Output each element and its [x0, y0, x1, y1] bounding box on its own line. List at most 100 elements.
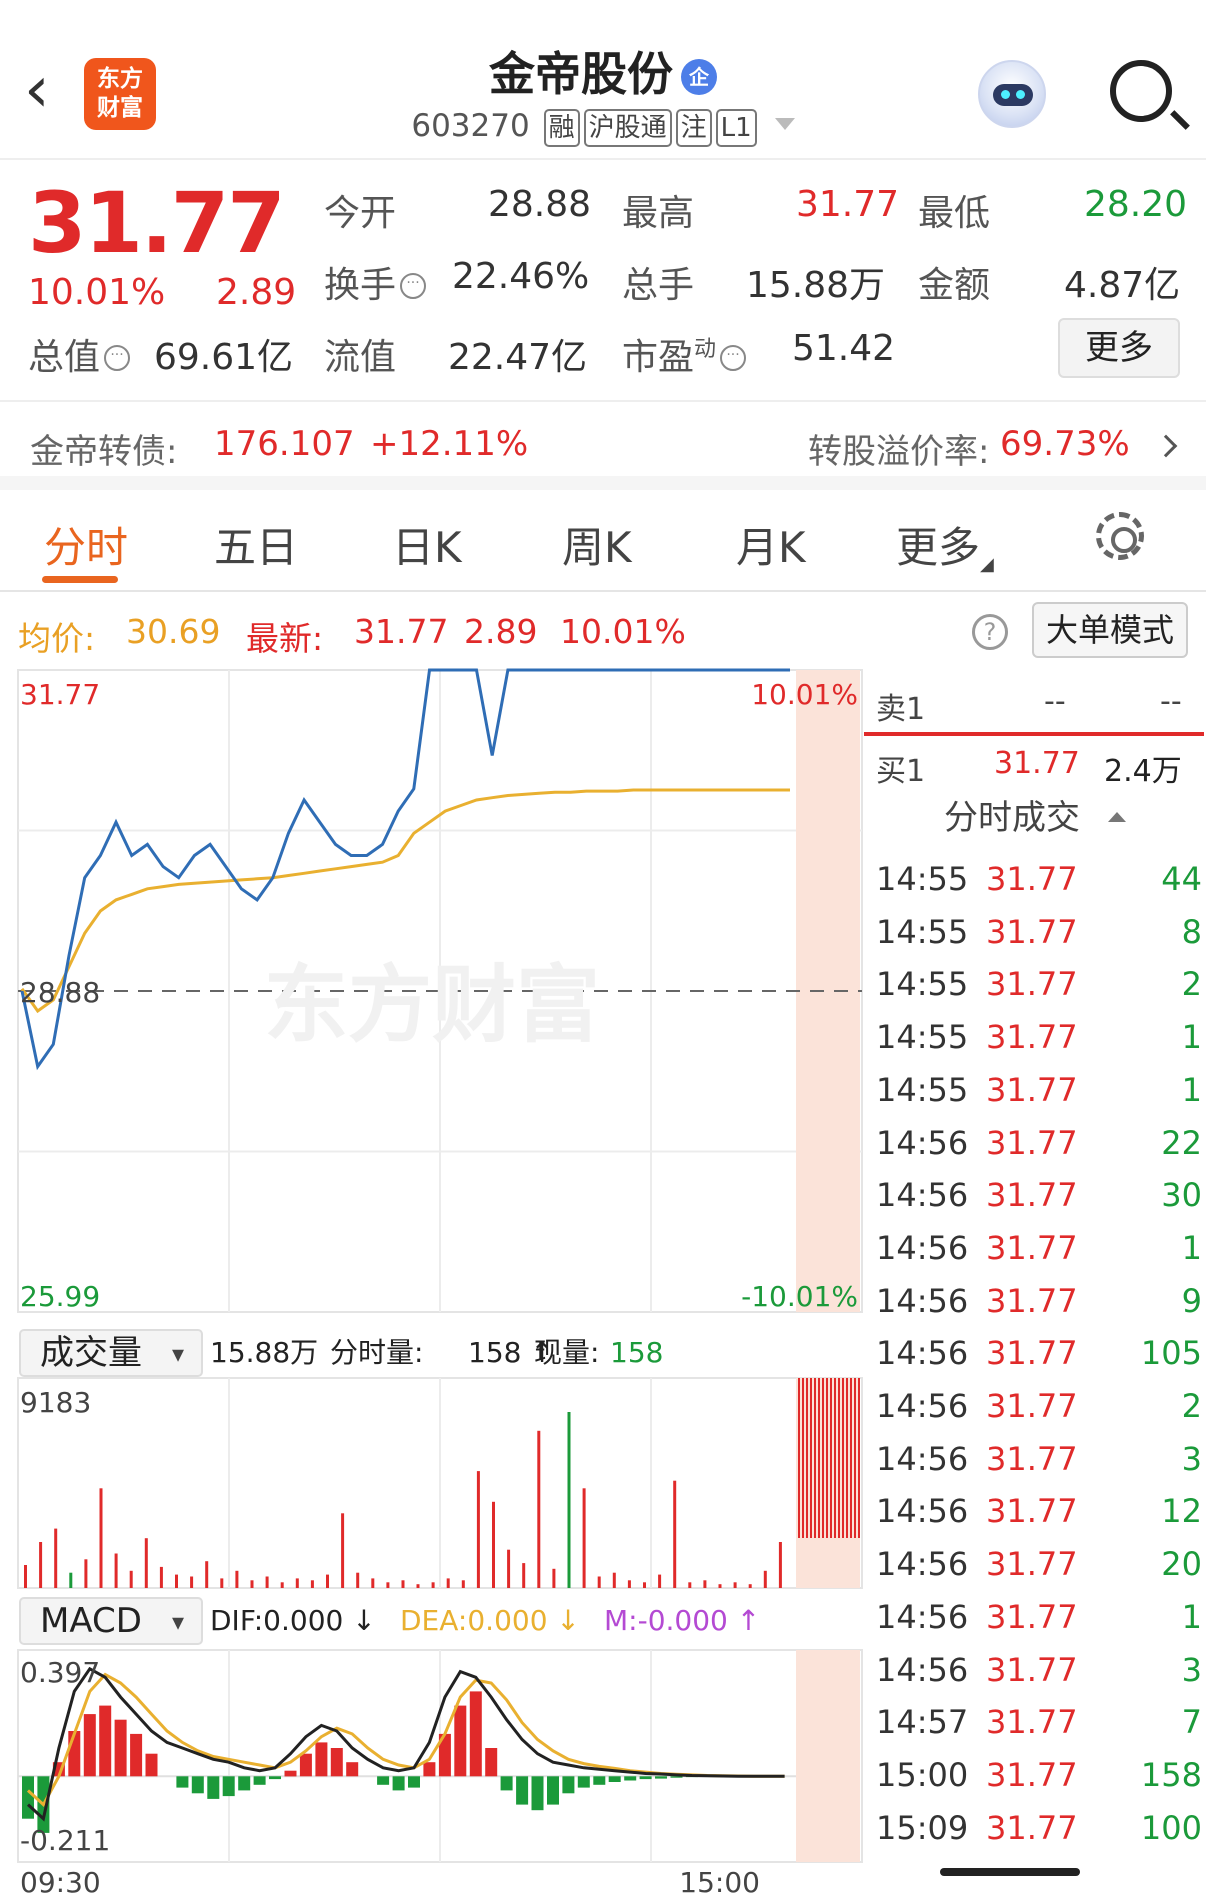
volume-bar — [326, 1575, 329, 1588]
amount-label: 金额 — [918, 256, 990, 308]
sell-label: 卖1 — [876, 684, 925, 728]
search-icon[interactable] — [1110, 60, 1172, 122]
trade-time: 14:56 — [876, 1176, 968, 1214]
trade-volume: 30 — [1161, 1176, 1202, 1214]
convertible-bond-row[interactable]: 金帝转债: 176.107 +12.11% 转股溢价率: 69.73% — [0, 404, 1206, 490]
trade-row: 14:5531.771 — [876, 1071, 1202, 1123]
trade-volume: 3 — [1182, 1651, 1202, 1689]
current-volume-value: 158 — [610, 1336, 663, 1369]
volume-bar — [54, 1529, 57, 1588]
info-dots-icon[interactable]: ··· — [400, 273, 426, 299]
chart-svg[interactable]: 东方财富31.7728.8825.9910.01%-10.01%成交量▾15.8… — [0, 664, 866, 1900]
trade-time: 14:56 — [876, 1282, 968, 1320]
dif-value: DIF:0.000 ↓ — [210, 1604, 376, 1637]
closing-auction-shade — [796, 670, 860, 1312]
sort-up-icon[interactable] — [1108, 812, 1126, 822]
trade-volume: 7 — [1182, 1703, 1202, 1741]
pct-tick-high: 10.01% — [751, 678, 858, 711]
latest-value: 31.77 — [354, 612, 448, 651]
tab-intraday[interactable]: 分时 — [44, 514, 128, 575]
volume-bar — [749, 1584, 752, 1588]
chevron-right-icon[interactable] — [1155, 435, 1178, 458]
macd-histogram-bar — [532, 1776, 544, 1810]
pe-value: 51.42 — [792, 328, 895, 369]
auction-volume-bar — [802, 1378, 804, 1538]
buy-label: 买1 — [876, 746, 925, 790]
macd-histogram-bar — [423, 1762, 435, 1776]
macd-histogram-bar — [501, 1776, 513, 1790]
volume-bar — [658, 1575, 661, 1588]
assistant-robot-icon[interactable] — [978, 60, 1046, 128]
volume-bar — [779, 1542, 782, 1588]
trade-row: 14:5631.771 — [876, 1598, 1202, 1650]
tab-weekly-k[interactable]: 周K — [562, 514, 632, 575]
trade-row: 14:5531.771 — [876, 1018, 1202, 1070]
volume-bar — [175, 1575, 178, 1588]
trade-time: 14:56 — [876, 1387, 968, 1425]
trade-time: 14:56 — [876, 1124, 968, 1162]
big-order-mode-button[interactable]: 大单模式 — [1032, 602, 1188, 658]
volume-bar — [417, 1584, 420, 1588]
trade-row: 15:0931.77100 — [876, 1809, 1202, 1861]
macd-histogram-bar — [655, 1776, 667, 1778]
active-tab-indicator — [42, 576, 118, 583]
macd-histogram-bar — [22, 1776, 34, 1818]
volume-bar — [371, 1578, 374, 1588]
macd-histogram-bar — [176, 1776, 188, 1787]
trade-price: 31.77 — [986, 913, 1078, 951]
auction-volume-bar — [846, 1378, 848, 1538]
trade-price: 31.77 — [986, 1176, 1078, 1214]
volume-bar — [115, 1554, 118, 1589]
trade-price: 31.77 — [986, 1598, 1078, 1636]
auction-volume-bar — [842, 1378, 844, 1538]
auction-volume-bar — [818, 1378, 820, 1538]
info-dots-icon[interactable]: ··· — [720, 345, 746, 371]
macd-histogram-bar — [593, 1776, 605, 1785]
open-value: 28.88 — [488, 184, 591, 225]
trade-list-header[interactable]: 分时成交 — [864, 790, 1206, 839]
trade-row: 14:5731.777 — [876, 1703, 1202, 1755]
trade-volume: 1 — [1182, 1018, 1202, 1056]
more-button[interactable]: 更多 — [1058, 318, 1180, 378]
macd-histogram-bar — [485, 1748, 497, 1776]
volume-bar — [552, 1569, 555, 1588]
trade-volume: 12 — [1161, 1492, 1202, 1530]
intraday-chart[interactable]: 东方财富31.7728.8825.9910.01%-10.01%成交量▾15.8… — [0, 664, 866, 1900]
tab-more[interactable]: 更多◢ — [896, 514, 994, 575]
y-tick-high: 31.77 — [20, 678, 100, 711]
trade-time: 14:57 — [876, 1703, 968, 1741]
trade-row: 14:5631.773 — [876, 1651, 1202, 1703]
tab-monthly-k[interactable]: 月K — [736, 514, 806, 575]
macd-histogram-bar — [207, 1776, 219, 1799]
turnover-label: 换手··· — [324, 256, 426, 308]
gear-icon[interactable] — [1096, 512, 1144, 560]
low-label: 最低 — [918, 184, 990, 236]
volume-indicator-label: 成交量 — [40, 1333, 142, 1373]
volume-bar — [341, 1513, 344, 1588]
info-dots-icon[interactable]: ··· — [104, 345, 130, 371]
auction-volume-bar — [850, 1378, 852, 1538]
trade-time: 14:55 — [876, 965, 968, 1003]
avg-value: 30.69 — [126, 612, 220, 651]
trade-volume: 20 — [1161, 1545, 1202, 1583]
trade-time: 15:00 — [876, 1756, 968, 1794]
high-label: 最高 — [622, 184, 694, 236]
chevron-down-icon[interactable] — [775, 118, 795, 130]
auction-volume-bar — [822, 1378, 824, 1538]
trade-price: 31.77 — [986, 1492, 1078, 1530]
quote-panel: 31.77 10.01% 2.89 今开 28.88 最高 31.77 最低 2… — [0, 162, 1206, 402]
volume-bar — [24, 1565, 27, 1588]
tab-daily-k[interactable]: 日K — [392, 514, 462, 575]
volume-bar — [477, 1471, 480, 1588]
sell-volume: -- — [1160, 684, 1182, 719]
help-icon[interactable]: ? — [972, 614, 1008, 650]
pe-label: 市盈动··· — [622, 328, 746, 380]
auction-volume-bar — [838, 1378, 840, 1538]
macd-histogram-bar — [578, 1776, 590, 1787]
period-volume-label: 分时量: — [330, 1336, 423, 1369]
trade-time: 14:56 — [876, 1545, 968, 1583]
trade-price: 31.77 — [986, 1809, 1078, 1847]
trade-price: 31.77 — [986, 965, 1078, 1003]
volume-bar — [432, 1582, 435, 1588]
tab-five-day[interactable]: 五日 — [214, 514, 298, 575]
